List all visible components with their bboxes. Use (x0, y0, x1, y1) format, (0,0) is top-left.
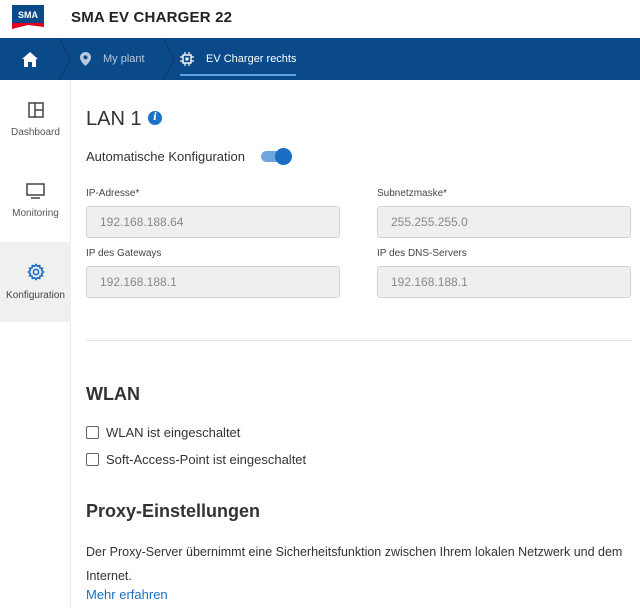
breadcrumb-separator (162, 38, 175, 80)
wlan-enabled-label: WLAN ist eingeschaltet (106, 425, 241, 440)
gateway-label: IP des Gateways (86, 248, 162, 259)
learn-more-link[interactable]: Mehr erfahren (86, 587, 168, 602)
toggle-knob (275, 148, 292, 165)
breadcrumb-my-plant[interactable]: My plant (80, 38, 145, 80)
sidebar-item-konfiguration[interactable]: Konfiguration (0, 242, 71, 322)
monitor-icon (26, 183, 45, 199)
chip-icon (180, 52, 194, 66)
breadcrumb: My plant EV Charger rechts (0, 38, 640, 80)
proxy-title: Proxy-Einstellungen (86, 501, 261, 521)
info-icon[interactable]: i (148, 111, 162, 125)
active-crumb-indicator (180, 74, 297, 76)
wlan-enabled-checkbox[interactable] (86, 426, 99, 439)
ip-address-label: IP-Adresse* (86, 188, 140, 199)
subnet-mask-field[interactable]: 255.255.255.0 (377, 206, 631, 238)
wlan-enabled-option[interactable]: WLAN ist eingeschaltet (86, 425, 240, 440)
breadcrumb-my-plant-label: My plant (103, 53, 145, 65)
svg-text:SMA: SMA (18, 10, 39, 20)
wlan-title: WLAN (86, 384, 140, 404)
sidebar-item-dashboard[interactable]: Dashboard (0, 80, 71, 160)
sidebar-item-label: Dashboard (11, 127, 60, 138)
soft-ap-checkbox[interactable] (86, 453, 99, 466)
dashboard-icon (27, 102, 44, 118)
breadcrumb-ev-charger-label: EV Charger rechts (206, 53, 297, 65)
soft-ap-label: Soft-Access-Point ist eingeschaltet (106, 452, 307, 467)
proxy-description: Der Proxy-Server übernimmt eine Sicherhe… (86, 545, 623, 583)
home-icon (22, 51, 38, 67)
app-title: SMA EV CHARGER 22 (71, 9, 233, 26)
ip-address-field[interactable]: 192.168.188.64 (86, 206, 340, 238)
map-pin-icon (80, 52, 91, 66)
breadcrumb-separator (58, 38, 71, 80)
auto-config-label: Automatische Konfiguration (86, 149, 245, 164)
sidebar-item-label: Konfiguration (6, 290, 65, 301)
breadcrumb-ev-charger[interactable]: EV Charger rechts (180, 38, 297, 80)
sidebar-item-monitoring[interactable]: Monitoring (0, 161, 71, 241)
soft-ap-option[interactable]: Soft-Access-Point ist eingeschaltet (86, 452, 306, 467)
gateway-field[interactable]: 192.168.188.1 (86, 266, 340, 298)
gear-icon (26, 263, 45, 281)
section-divider (86, 340, 632, 341)
sidebar-item-label: Monitoring (12, 208, 59, 219)
app-header: SMA SMA EV CHARGER 22 (0, 0, 640, 38)
lan-title: LAN 1 (86, 108, 142, 130)
sma-logo[interactable]: SMA (12, 5, 44, 29)
home-button[interactable] (0, 38, 60, 80)
dns-server-label: IP des DNS-Servers (377, 248, 467, 259)
dns-server-field[interactable]: 192.168.188.1 (377, 266, 631, 298)
auto-config-toggle[interactable] (261, 148, 293, 165)
sidebar: Dashboard Monitoring Konfiguration (0, 80, 71, 608)
subnet-mask-label: Subnetzmaske* (377, 188, 448, 199)
main-content: LAN 1 i Automatische Konfiguration IP-Ad… (71, 80, 640, 608)
